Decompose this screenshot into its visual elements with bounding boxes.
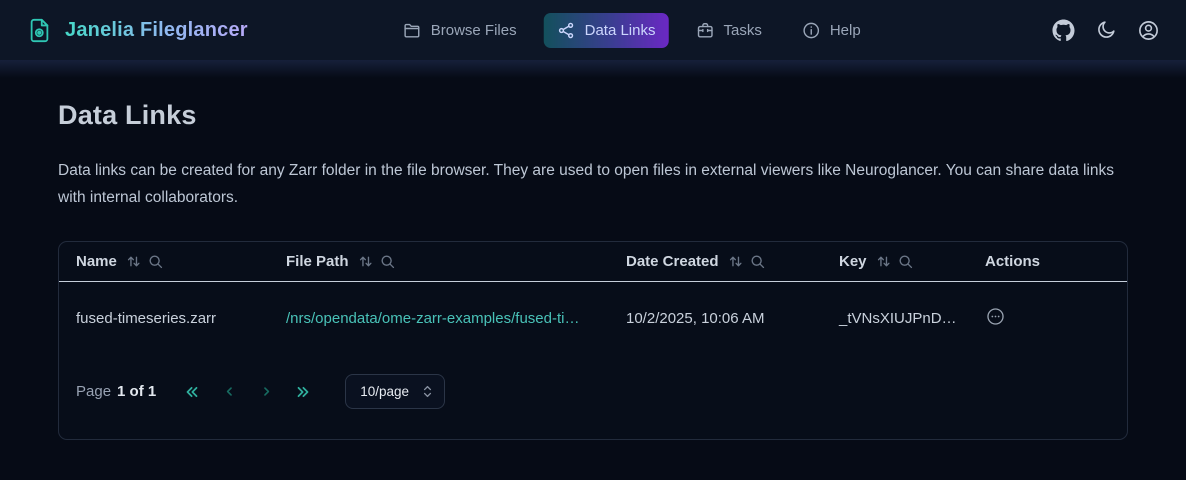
sort-icon[interactable] [357, 253, 374, 270]
nav-item-label: Browse Files [431, 22, 517, 39]
column-header-date-created: Date Created [609, 242, 822, 281]
main-nav: Browse Files Data Links Tas [390, 13, 874, 48]
column-header-actions: Actions [968, 242, 1127, 281]
pagination: Page 1 of 1 [59, 354, 1127, 409]
nav-item-label: Tasks [723, 22, 761, 39]
column-header-name: Name [59, 242, 269, 281]
column-search-icon[interactable] [897, 253, 914, 270]
info-circle-icon [802, 21, 821, 40]
table-row: fused-timeseries.zarr /nrs/opendata/ome-… [59, 282, 1127, 354]
moon-icon[interactable] [1095, 19, 1117, 41]
toolbox-icon [695, 21, 714, 40]
column-search-icon[interactable] [749, 253, 766, 270]
nav-item-label: Help [830, 22, 861, 39]
nav-item-tasks[interactable]: Tasks [682, 13, 774, 48]
column-label: Key [839, 253, 867, 270]
column-label: Name [76, 253, 117, 270]
page-label: Page [76, 383, 111, 400]
column-label: Actions [985, 253, 1040, 270]
previous-page-button[interactable] [215, 378, 243, 406]
github-icon[interactable] [1052, 19, 1075, 42]
share-nodes-icon [557, 21, 576, 40]
folder-icon [403, 21, 422, 40]
double-chevron-right-icon [294, 383, 312, 401]
page-size-value: 10/page [360, 384, 409, 399]
double-chevron-left-icon [183, 383, 201, 401]
chevron-right-icon [259, 384, 274, 399]
first-page-button[interactable] [178, 378, 206, 406]
sort-icon[interactable] [875, 253, 892, 270]
page-size-select[interactable]: 10/page [345, 374, 445, 409]
cell-key: _tVNsXIUJPnD… [822, 310, 968, 327]
cell-date-created: 10/2/2025, 10:06 AM [609, 310, 822, 327]
page-title: Data Links [58, 100, 1128, 131]
column-search-icon[interactable] [379, 253, 396, 270]
file-path-link[interactable]: /nrs/opendata/ome-zarr-examples/fused-ti… [286, 310, 579, 327]
cell-actions [968, 306, 1127, 331]
nav-item-help[interactable]: Help [789, 13, 874, 48]
column-header-key: Key [822, 242, 968, 281]
chevron-left-icon [222, 384, 237, 399]
last-page-button[interactable] [289, 378, 317, 406]
column-label: Date Created [626, 253, 719, 270]
table-header-row: Name File Path [59, 242, 1127, 282]
column-search-icon[interactable] [147, 253, 164, 270]
column-label: File Path [286, 253, 349, 270]
cell-file-path: /nrs/opendata/ome-zarr-examples/fused-ti… [269, 310, 609, 327]
file-eye-logo-icon [26, 17, 53, 44]
sort-icon[interactable] [727, 253, 744, 270]
navbar: Janelia Fileglancer Browse Files Dat [0, 0, 1186, 60]
nav-item-browse-files[interactable]: Browse Files [390, 13, 530, 48]
main-content: Data Links Data links can be created for… [0, 60, 1186, 440]
next-page-button[interactable] [252, 378, 280, 406]
ellipsis-circle-icon[interactable] [985, 306, 1006, 327]
brand-title: Janelia Fileglancer [65, 19, 248, 42]
cell-name: fused-timeseries.zarr [59, 310, 269, 327]
navbar-actions [1052, 19, 1160, 42]
brand[interactable]: Janelia Fileglancer [26, 17, 248, 44]
page-description: Data links can be created for any Zarr f… [58, 157, 1128, 211]
sort-icon[interactable] [125, 253, 142, 270]
page-info: 1 of 1 [117, 383, 156, 400]
nav-item-data-links[interactable]: Data Links [544, 13, 669, 48]
user-circle-icon[interactable] [1137, 19, 1160, 42]
nav-item-label: Data Links [585, 22, 656, 39]
data-links-table: Name File Path [58, 241, 1128, 440]
chevron-up-down-icon [421, 384, 434, 399]
column-header-file-path: File Path [269, 242, 609, 281]
